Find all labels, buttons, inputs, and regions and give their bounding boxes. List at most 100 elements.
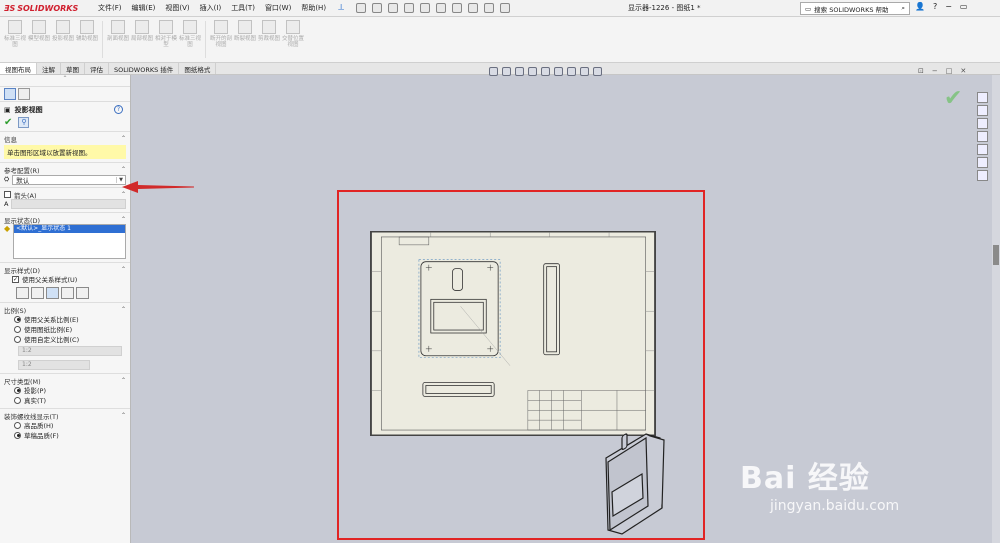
minimize-doc-icon[interactable]: − [932,67,938,75]
view-palette-icon[interactable] [977,131,988,142]
wireframe-icon[interactable] [16,287,29,299]
tab-sketch[interactable]: 草图 [61,63,85,74]
restore-icon[interactable]: ▭ [960,2,968,11]
radio-button[interactable] [14,325,21,333]
scale-option-custom[interactable]: 使用自定义比例(C) [14,334,126,344]
collapse-caret-icon[interactable]: ⌃ [121,135,126,142]
zoom-fit-icon[interactable] [489,67,498,76]
collapse-caret-icon[interactable]: ⌃ [121,166,126,173]
custom-properties-icon[interactable] [977,157,988,168]
hide-show-icon[interactable] [567,67,576,76]
rebuild-icon[interactable] [468,3,479,13]
ribbon-broken-out-section[interactable]: 断开的剖视图 [209,17,233,61]
section-header[interactable]: 显示样式(D) ⌃ [4,265,126,275]
tab-annotation[interactable]: 注解 [37,63,61,74]
section-header[interactable]: 参考配置(R) ⌃ [4,165,126,175]
section-header[interactable]: 尺寸类型(M) ⌃ [4,376,126,386]
collapse-caret-icon[interactable]: ⌃ [121,412,126,419]
section-header[interactable]: 信息 ⌃ [4,134,126,144]
vertical-scrollbar[interactable] [992,75,1000,543]
ribbon-auxiliary-view[interactable]: 辅助视图 [75,17,99,61]
shaded-icon[interactable] [76,287,89,299]
resources-home-icon[interactable] [977,92,988,103]
radio-button[interactable] [14,335,21,343]
display-state-list[interactable]: <默认>_显示状态 1 [13,224,126,259]
scale-option-parent[interactable]: 使用父关系比例(E) [14,314,126,324]
ribbon-alternate-position[interactable]: 交替位置视图 [281,17,305,61]
help-icon[interactable]: ? [933,2,937,11]
print-icon[interactable] [420,3,431,13]
ribbon-break-view[interactable]: 断裂视图 [233,17,257,61]
tab-evaluate[interactable]: 评估 [85,63,109,74]
shaded-edges-icon[interactable] [61,287,74,299]
scene-icon[interactable] [593,67,602,76]
minimize-icon[interactable]: − [945,2,952,11]
ribbon-standard-3-view-2[interactable]: 标准三视图 [178,17,202,61]
help-search-input[interactable]: ▭ 搜索 SOLIDWORKS 帮助 ⌕ [800,2,910,15]
menu-window[interactable]: 窗口(W) [265,3,291,13]
rotate-icon[interactable] [528,67,537,76]
thread-high-quality[interactable]: 高品质(H) [14,420,126,430]
design-library-icon[interactable] [977,105,988,116]
display-style-icon[interactable] [554,67,563,76]
pushpin-icon[interactable]: ⚲ [18,116,30,128]
section-header[interactable]: 箭头(A) ⌃ [4,190,126,200]
help-icon[interactable]: ? [114,105,123,114]
collapse-caret-icon[interactable]: ⌃ [121,306,126,313]
radio-button[interactable] [14,431,21,439]
select-icon[interactable] [452,3,463,13]
dim-type-true[interactable]: 真实(T) [14,395,126,405]
maximize-doc-icon[interactable]: □ [946,67,953,75]
ribbon-standard-3-view[interactable]: 标准三视图 [3,17,27,61]
save-icon[interactable] [404,3,415,13]
menu-file[interactable]: 文件(F) [98,3,122,13]
property-manager-tab-icon[interactable] [4,88,16,100]
user-icon[interactable]: 👤 [915,2,925,11]
confirmation-check-icon[interactable]: ✔ [944,86,962,111]
menu-view[interactable]: 视图(V) [165,3,189,13]
tab-sheet-format[interactable]: 图纸格式 [179,63,217,74]
thread-draft-quality[interactable]: 草稿品质(F) [14,430,126,440]
use-parent-style-row[interactable]: ✓ 使用父关系样式(U) [12,274,126,284]
hidden-visible-icon[interactable] [31,287,44,299]
collapse-caret-icon[interactable]: ⌃ [121,377,126,384]
arrow-toggle[interactable]: 箭头(A) [4,190,37,200]
radio-button[interactable] [14,315,21,323]
menu-edit[interactable]: 编辑(E) [132,3,156,13]
arrow-checkbox[interactable] [4,191,11,198]
undo-icon[interactable] [436,3,447,13]
section-header[interactable]: 比例(S) ⌃ [4,305,126,315]
radio-button[interactable] [14,421,21,429]
section-view-icon[interactable] [541,67,550,76]
section-header[interactable]: 装饰螺纹线显示(T) ⌃ [4,411,126,421]
ribbon-detail-view[interactable]: 局部视图 [130,17,154,61]
radio-button[interactable] [14,386,21,394]
ribbon-crop-view[interactable]: 剪裁视图 [257,17,281,61]
hidden-removed-icon[interactable] [46,287,59,299]
collapse-caret-icon[interactable]: ⌃ [121,266,126,273]
menu-insert[interactable]: 插入(I) [200,3,222,13]
ribbon-relative-view[interactable]: 相对于模型 [154,17,178,61]
tab-view-layout[interactable]: 视图布局 [0,63,37,74]
previous-view-icon[interactable] [515,67,524,76]
file-explorer-icon[interactable] [977,118,988,129]
ribbon-model-view[interactable]: 模型视图 [27,17,51,61]
ribbon-section-view[interactable]: 剖面视图 [106,17,130,61]
zoom-area-icon[interactable] [502,67,511,76]
ribbon-projected-view[interactable]: 投影视图 [51,17,75,61]
menu-help[interactable]: 帮助(H) [301,3,326,13]
home-icon[interactable] [356,3,367,13]
search-icon[interactable]: ⌕ [901,4,905,13]
scale-option-sheet[interactable]: 使用图纸比例(E) [14,324,126,334]
radio-button[interactable] [14,396,21,404]
options-gear-icon[interactable] [500,3,511,13]
appearance-icon[interactable] [580,67,589,76]
tab-addins[interactable]: SOLIDWORKS 插件 [109,63,180,74]
collapse-caret-icon[interactable]: ⌃ [121,216,126,223]
dim-type-projected[interactable]: 投影(P) [14,385,126,395]
menu-tools[interactable]: 工具(T) [231,3,255,13]
new-icon[interactable] [372,3,383,13]
restore-doc-icon[interactable]: ⊡ [918,67,924,75]
list-item[interactable]: <默认>_显示状态 1 [14,225,125,233]
panel-collapse-handle[interactable]: ⌃ [0,75,130,87]
